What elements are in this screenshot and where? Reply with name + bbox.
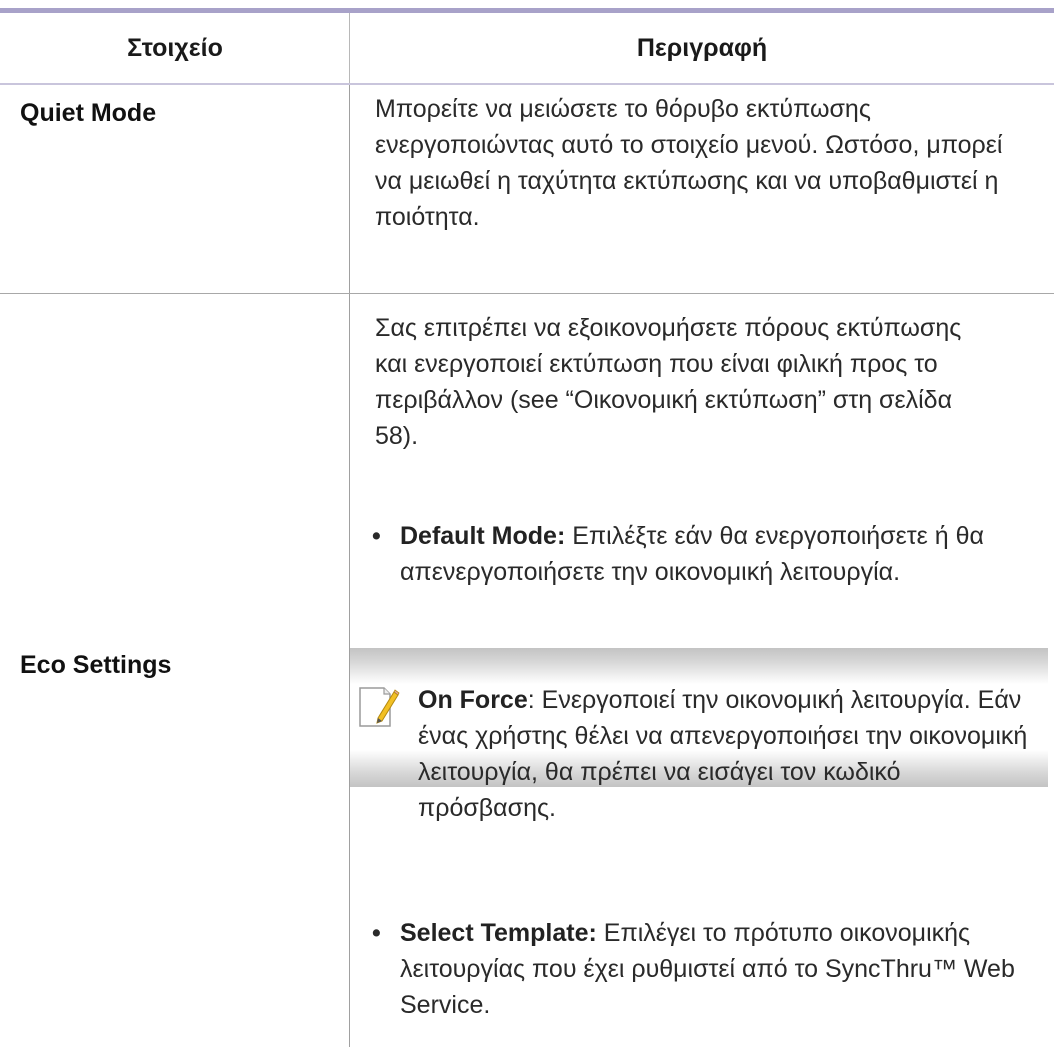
column-divider bbox=[349, 85, 350, 1047]
bullet-term: Select Template: bbox=[400, 919, 597, 947]
description-eco-settings: Σας επιτρέπει να εξοικονομήσετε πόρους ε… bbox=[375, 314, 962, 450]
bullet-text: Select Template: Επιλέγει το πρότυπο οικ… bbox=[400, 915, 1032, 1023]
bullet-dot: • bbox=[372, 919, 381, 947]
note-on-force: On Force: Ενεργοποιεί την οικονομική λει… bbox=[418, 682, 1038, 826]
item-label-eco-settings: Eco Settings bbox=[20, 651, 172, 679]
note-box-top-shade bbox=[350, 648, 1048, 684]
column-header-item: Στοιχείο bbox=[127, 34, 223, 62]
row-divider bbox=[0, 293, 1054, 294]
bullet-text: Default Mode: Επιλέξτε εάν θα ενεργοποιή… bbox=[400, 518, 1012, 590]
note-term: On Force bbox=[418, 686, 528, 714]
bullet-dot: • bbox=[372, 522, 381, 550]
description-quiet-mode: Μπορείτε να μειώσετε το θόρυβο εκτύπωσης… bbox=[375, 95, 1003, 231]
table-header-row: Στοιχείο Περιγραφή bbox=[0, 13, 1054, 85]
item-label-quiet-mode: Quiet Mode bbox=[20, 99, 157, 127]
column-header-description: Περιγραφή bbox=[636, 34, 768, 62]
bullet-term: Default Mode: bbox=[400, 522, 566, 550]
note-pencil-icon bbox=[356, 682, 400, 732]
